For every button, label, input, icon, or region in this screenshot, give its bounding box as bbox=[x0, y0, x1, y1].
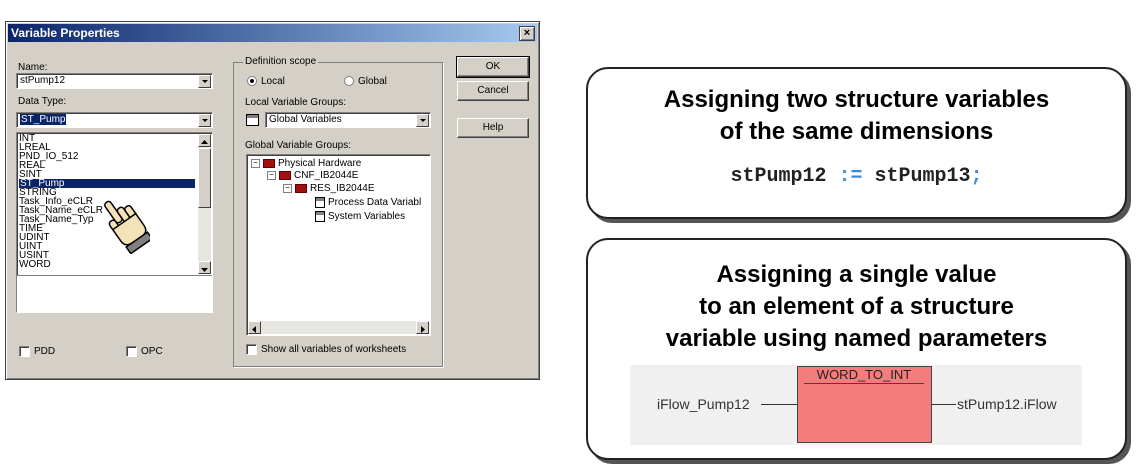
input-wire bbox=[761, 404, 797, 405]
cancel-button[interactable]: Cancel bbox=[457, 81, 529, 101]
hand-pointer-icon bbox=[104, 200, 150, 254]
output-variable: stPump12.iFlow bbox=[957, 396, 1057, 412]
chevron-down-icon[interactable] bbox=[416, 114, 429, 127]
name-label: Name: bbox=[18, 62, 48, 73]
input-variable: iFlow_Pump12 bbox=[657, 396, 750, 412]
tree-node-label: Physical Hardware bbox=[278, 158, 362, 169]
tree-node-physical-hardware[interactable]: − Physical Hardware bbox=[251, 158, 361, 169]
folder-icon bbox=[295, 183, 307, 193]
variable-group-icon bbox=[246, 114, 259, 126]
scroll-up-icon[interactable] bbox=[198, 134, 211, 147]
bottom-panel-title-line3: variable using named parameters bbox=[665, 325, 1048, 352]
show-all-label: Show all variables of worksheets bbox=[261, 344, 407, 355]
tree-node-res[interactable]: − RES_IB2044E bbox=[283, 183, 375, 194]
local-groups-label: Local Variable Groups: bbox=[245, 97, 346, 108]
opc-label: OPC bbox=[141, 346, 163, 357]
dialog-title-bar[interactable]: Variable Properties × bbox=[8, 24, 537, 42]
ok-button[interactable]: OK bbox=[456, 56, 530, 78]
code-left: stPump12 bbox=[730, 165, 827, 188]
folder-icon bbox=[263, 158, 275, 168]
code-operator: := bbox=[838, 165, 863, 188]
top-panel-title-line2: of the same dimensions bbox=[719, 118, 994, 145]
chevron-down-icon[interactable] bbox=[198, 75, 211, 88]
code-end: ; bbox=[970, 165, 983, 188]
tree-scrollbar[interactable] bbox=[248, 321, 429, 334]
tree-node-label: RES_IB2044E bbox=[310, 183, 375, 194]
global-groups-label: Global Variable Groups: bbox=[245, 140, 351, 151]
collapse-icon[interactable]: − bbox=[251, 158, 260, 168]
dialog-title: Variable Properties bbox=[11, 26, 120, 40]
tree-node-label: System Variables bbox=[328, 211, 406, 223]
scroll-down-icon[interactable] bbox=[198, 261, 211, 274]
pdd-checkbox[interactable] bbox=[19, 346, 30, 357]
name-combobox[interactable]: stPump12 bbox=[16, 73, 213, 89]
chevron-down-icon[interactable] bbox=[198, 114, 211, 127]
pdd-label: PDD bbox=[34, 346, 56, 357]
list-empty-area bbox=[17, 275, 212, 312]
datatype-value: ST_Pump bbox=[20, 114, 67, 125]
scroll-left-icon[interactable] bbox=[248, 321, 261, 334]
code-right: stPump13 bbox=[874, 165, 971, 188]
top-explanation-panel: Assigning two structure variables of the… bbox=[586, 67, 1127, 219]
show-all-checkbox[interactable] bbox=[246, 344, 257, 355]
datatype-label: Data Type: bbox=[18, 96, 67, 107]
output-wire bbox=[932, 404, 956, 405]
local-groups-combobox[interactable]: Global Variables bbox=[265, 112, 431, 128]
folder-icon bbox=[279, 170, 291, 180]
bottom-panel-title-line1: Assigning a single value bbox=[716, 261, 997, 288]
tree-node-system-variables[interactable]: System Variables bbox=[315, 211, 405, 222]
bottom-panel-title-line2: to an element of a structure bbox=[699, 293, 1014, 320]
name-value: stPump12 bbox=[20, 75, 66, 86]
local-radio[interactable] bbox=[247, 76, 257, 86]
opc-checkbox[interactable] bbox=[126, 346, 137, 357]
list-scrollbar[interactable] bbox=[198, 134, 211, 274]
top-panel-title-line1: Assigning two structure variables bbox=[663, 86, 1050, 113]
tree-node-cnf[interactable]: − CNF_IB2044E bbox=[267, 170, 358, 181]
tree-node-label: CNF_IB2044E bbox=[294, 170, 359, 181]
assignment-code: stPump12 := stPump13; bbox=[588, 165, 1125, 188]
collapse-icon[interactable]: − bbox=[283, 183, 292, 193]
tree-node-label: Process Data Variabl bbox=[328, 197, 422, 209]
help-button[interactable]: Help bbox=[457, 118, 529, 138]
datatype-combobox[interactable]: ST_Pump bbox=[16, 112, 213, 128]
local-groups-value: Global Variables bbox=[269, 114, 342, 125]
definition-scope-label: Definition scope bbox=[243, 56, 319, 67]
tree-node-process-data[interactable]: Process Data Variabl bbox=[315, 197, 421, 208]
global-groups-tree[interactable]: − Physical Hardware − CNF_IB2044E − RES_IB2… bbox=[246, 154, 431, 336]
local-label: Local bbox=[261, 76, 285, 87]
global-label: Global bbox=[358, 76, 387, 87]
function-block-name: WORD_TO_INT bbox=[804, 367, 924, 384]
scroll-right-icon[interactable] bbox=[416, 321, 429, 334]
close-icon[interactable]: × bbox=[519, 26, 535, 41]
global-radio[interactable] bbox=[344, 76, 354, 86]
word-to-int-function-block[interactable]: WORD_TO_INT bbox=[797, 366, 932, 443]
list-item[interactable]: WORD bbox=[19, 260, 51, 270]
scroll-thumb[interactable] bbox=[198, 148, 211, 208]
variable-group-icon bbox=[315, 197, 325, 208]
variable-group-icon bbox=[315, 211, 325, 222]
collapse-icon[interactable]: − bbox=[267, 170, 276, 180]
